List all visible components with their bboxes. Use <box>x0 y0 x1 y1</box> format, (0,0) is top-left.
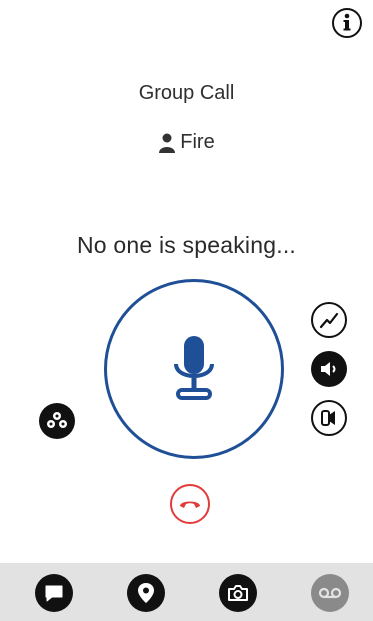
push-to-talk-button[interactable] <box>104 279 284 459</box>
signal-icon <box>319 312 339 329</box>
speaker-button[interactable] <box>311 351 347 387</box>
message-button[interactable] <box>35 574 73 612</box>
earpiece-button[interactable] <box>311 400 347 436</box>
message-icon <box>45 585 63 602</box>
person-icon <box>159 133 176 153</box>
end-call-button[interactable] <box>170 484 210 524</box>
group-info: Fire <box>0 131 373 154</box>
map-pins-icon <box>47 412 67 428</box>
camera-button[interactable] <box>219 574 257 612</box>
location-button[interactable] <box>127 574 165 612</box>
voicemail-icon <box>318 587 342 599</box>
speaker-icon <box>321 362 336 376</box>
speaker-status: No one is speaking... <box>77 232 296 258</box>
earpiece-icon <box>321 410 335 426</box>
voicemail-button[interactable] <box>311 574 349 612</box>
microphone-icon <box>174 336 214 400</box>
info-icon <box>343 13 351 31</box>
info-button[interactable] <box>332 8 362 38</box>
group-name: Fire <box>180 131 215 153</box>
camera-icon <box>228 585 248 601</box>
call-type-label: Group Call <box>138 82 235 104</box>
hang-up-icon <box>180 501 200 508</box>
location-pin-icon <box>138 583 154 603</box>
map-pins-button[interactable] <box>39 403 75 439</box>
signal-button[interactable] <box>311 302 347 338</box>
